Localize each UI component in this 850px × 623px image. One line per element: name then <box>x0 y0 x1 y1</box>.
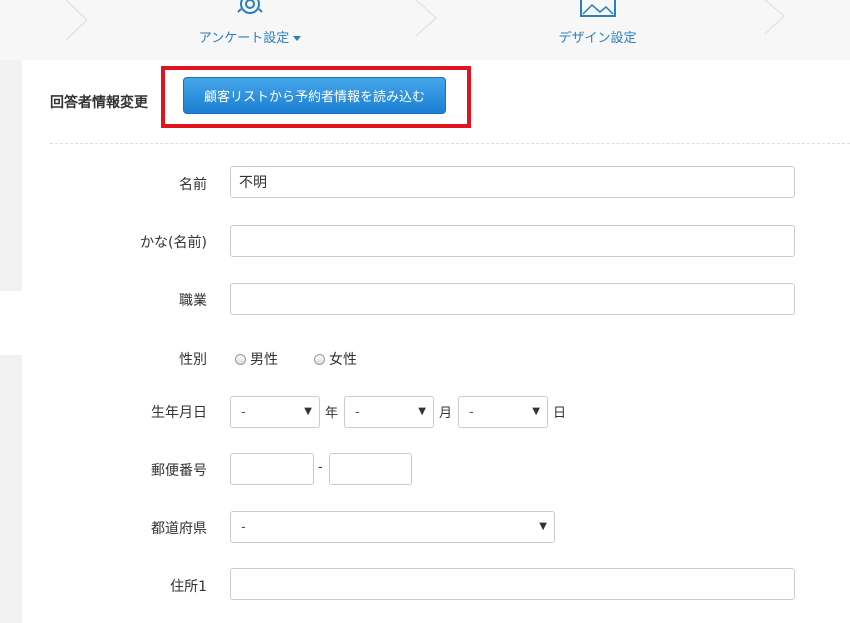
gear-icon <box>237 0 263 14</box>
dropdown-arrow-icon: ▼ <box>304 406 312 417</box>
caret-down-icon <box>293 36 302 41</box>
birth-month-value: - <box>355 405 360 420</box>
day-unit: 日 <box>553 406 567 421</box>
dropdown-arrow-icon: ▼ <box>539 521 547 532</box>
step-survey-settings[interactable]: アンケート設定 <box>180 0 320 60</box>
step-navigation: アンケート設定 デザイン設定 <box>0 0 850 61</box>
prefecture-label: 都道府県 <box>151 521 207 537</box>
birth-month-select[interactable]: - ▼ <box>344 396 434 428</box>
kana-label: かな(名前) <box>140 235 207 251</box>
address1-label: 住所1 <box>170 579 207 595</box>
birth-day-value: - <box>469 405 474 420</box>
postal-separator: - <box>318 460 323 475</box>
gender-female-radio[interactable]: 女性 <box>314 349 357 369</box>
job-label: 職業 <box>179 293 207 309</box>
kana-input[interactable] <box>230 225 795 257</box>
radio-circle <box>314 353 325 365</box>
year-unit: 年 <box>325 406 339 421</box>
divider <box>50 143 850 144</box>
step-survey-label: アンケート設定 <box>198 31 290 46</box>
respondent-info-panel: 回答者情報変更 顧客リストから予約者情報を読み込む 名前 かな(名前) 職業 性… <box>22 60 850 623</box>
birth-day-select[interactable]: - ▼ <box>458 396 548 428</box>
gender-male-label: 男性 <box>250 352 278 368</box>
postal-code-part1-input[interactable] <box>230 453 314 485</box>
sidebar-gap <box>0 291 22 355</box>
gender-male-radio[interactable]: 男性 <box>235 349 278 369</box>
postal-code-part2-input[interactable] <box>329 453 412 485</box>
address1-input[interactable] <box>230 568 795 600</box>
birthday-label: 生年月日 <box>151 405 207 421</box>
month-unit: 月 <box>439 406 453 421</box>
section-title: 回答者情報変更 <box>50 95 148 111</box>
import-from-customer-list-button[interactable]: 顧客リストから予約者情報を読み込む <box>183 77 446 114</box>
job-input[interactable] <box>230 283 795 315</box>
gender-female-label: 女性 <box>329 352 357 368</box>
name-input[interactable] <box>230 166 795 198</box>
step-separator <box>65 0 785 41</box>
birth-year-value: - <box>241 405 246 420</box>
birth-year-select[interactable]: - ▼ <box>230 396 320 428</box>
prefecture-select[interactable]: - ▼ <box>230 511 555 543</box>
dropdown-arrow-icon: ▼ <box>418 406 426 417</box>
image-icon <box>580 0 616 17</box>
name-label: 名前 <box>179 177 207 193</box>
step-design-settings[interactable]: デザイン設定 <box>530 0 665 60</box>
gender-label: 性別 <box>179 352 207 368</box>
radio-circle <box>235 353 246 365</box>
postal-label: 郵便番号 <box>151 463 207 479</box>
prefecture-value: - <box>241 520 246 535</box>
step-design-label: デザイン設定 <box>558 31 637 46</box>
dropdown-arrow-icon: ▼ <box>532 406 540 417</box>
